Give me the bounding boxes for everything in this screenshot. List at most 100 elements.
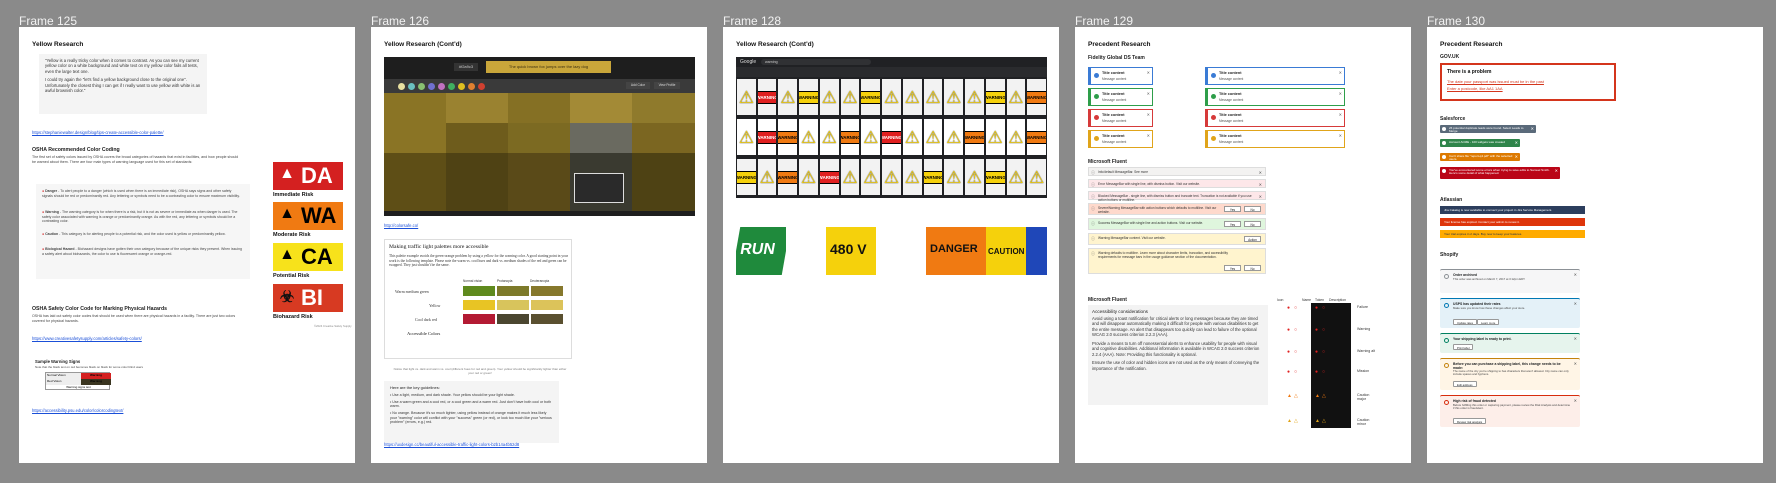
source-link-1[interactable]: https://stephaniewalter.design/blog/tips… xyxy=(32,130,164,135)
warning-thumbnail[interactable]: ⚠ xyxy=(944,79,964,115)
close-icon[interactable]: ✕ xyxy=(1515,140,1518,145)
warning-thumbnail[interactable]: ⚠ xyxy=(902,119,922,155)
close-icon[interactable]: ✕ xyxy=(1574,301,1577,306)
warning-thumbnail[interactable]: WARNING xyxy=(778,159,798,195)
warning-thumbnail[interactable]: WARNING xyxy=(985,159,1005,195)
warning-thumbnail[interactable]: ⚠ xyxy=(985,119,1005,155)
grid-cell[interactable] xyxy=(446,93,508,123)
swatch[interactable] xyxy=(438,83,445,90)
message-action-button[interactable]: No xyxy=(1244,265,1261,271)
swatch[interactable] xyxy=(458,83,465,90)
view-profile-button[interactable]: View Profile xyxy=(654,82,680,89)
close-icon[interactable]: ✕ xyxy=(1339,70,1342,75)
warning-thumbnail[interactable]: WARNING xyxy=(1027,79,1046,115)
warning-thumbnail[interactable]: ⚠ xyxy=(757,159,777,195)
close-icon[interactable]: ✕ xyxy=(1147,133,1150,138)
grid-cell[interactable] xyxy=(570,93,632,123)
error-link[interactable]: The date your passport was issued must b… xyxy=(1447,79,1609,84)
banner-action-button[interactable]: Learn more xyxy=(1477,319,1500,325)
frame-125[interactable]: Yellow Research "Yellow is a really tric… xyxy=(19,27,355,463)
warning-thumbnail[interactable]: ⚠ xyxy=(1027,159,1046,195)
warning-thumbnail[interactable]: ⚠ xyxy=(944,119,964,155)
swatch[interactable] xyxy=(408,83,415,90)
warning-thumbnail[interactable]: ⚠ xyxy=(737,119,756,155)
warning-thumbnail[interactable]: ⚠ xyxy=(737,79,756,115)
close-icon[interactable]: ✕ xyxy=(1259,170,1262,175)
selected-cell[interactable] xyxy=(574,173,624,203)
warning-thumbnail[interactable]: WARNING xyxy=(757,79,777,115)
frame-126[interactable]: Yellow Research (Cont'd) #f2a9c3 The qui… xyxy=(371,27,707,463)
message-action-button[interactable]: Action xyxy=(1244,236,1261,242)
warning-thumbnail[interactable]: ⚠ xyxy=(778,79,798,115)
search-input[interactable]: warning xyxy=(761,59,871,65)
frame-label-125[interactable]: Frame 125 xyxy=(19,14,77,28)
grid-cell[interactable] xyxy=(632,123,695,153)
warning-thumbnail[interactable]: ⚠ xyxy=(944,159,964,195)
grid-cell[interactable] xyxy=(508,93,570,123)
frame-label-128[interactable]: Frame 128 xyxy=(723,14,781,28)
warning-thumbnail[interactable]: ⚠ xyxy=(819,119,839,155)
grid-cell[interactable] xyxy=(384,93,446,153)
source-link-2[interactable]: https://www.creativesafetysupply.com/art… xyxy=(32,336,142,341)
close-icon[interactable]: ✕ xyxy=(1574,361,1577,366)
grid-cell[interactable] xyxy=(508,153,570,211)
close-icon[interactable]: ✕ xyxy=(1259,182,1262,187)
close-icon[interactable]: ✕ xyxy=(1515,154,1518,159)
frame-label-130[interactable]: Frame 130 xyxy=(1427,14,1485,28)
warning-thumbnail[interactable]: WARNING xyxy=(819,159,839,195)
close-icon[interactable]: ✕ xyxy=(1147,70,1150,75)
warning-thumbnail[interactable]: ⚠ xyxy=(882,79,901,115)
warning-thumbnail[interactable]: WARNING xyxy=(840,119,860,155)
message-action-button[interactable]: Yes xyxy=(1224,206,1241,212)
colorsafe-link[interactable]: http://colorsafe.co/ xyxy=(384,223,418,228)
warning-thumbnail[interactable]: WARNING xyxy=(965,119,984,155)
warning-thumbnail[interactable]: WARNING xyxy=(861,79,881,115)
warning-thumbnail[interactable]: WARNING xyxy=(985,79,1005,115)
close-icon[interactable]: ✕ xyxy=(1339,91,1342,96)
frame-label-129[interactable]: Frame 129 xyxy=(1075,14,1133,28)
warning-thumbnail[interactable]: ⚠ xyxy=(923,79,943,115)
warning-thumbnail[interactable]: ⚠ xyxy=(1006,79,1026,115)
warning-thumbnail[interactable]: ⚠ xyxy=(923,119,943,155)
swatch[interactable] xyxy=(418,83,425,90)
hex-field[interactable]: #f2a9c3 xyxy=(454,63,478,71)
close-icon[interactable]: ✕ xyxy=(1259,194,1262,199)
frame-129[interactable]: Precedent Research Fidelity Global DS Te… xyxy=(1075,27,1411,463)
warning-thumbnail[interactable]: ⚠ xyxy=(902,159,922,195)
uxdesign-link[interactable]: https://uxdesign.cc/beautiful-accessible… xyxy=(384,442,519,447)
grid-cell[interactable] xyxy=(446,123,508,153)
warning-thumbnail[interactable]: WARNING xyxy=(799,79,818,115)
close-icon[interactable]: ✕ xyxy=(1574,336,1577,341)
frame-130[interactable]: Precedent Research GOV.UK There is a pro… xyxy=(1427,27,1763,463)
warning-thumbnail[interactable]: ⚠ xyxy=(902,79,922,115)
close-icon[interactable]: ✕ xyxy=(1555,168,1558,173)
add-color-button[interactable]: Add Color xyxy=(626,82,650,89)
grid-cell[interactable] xyxy=(570,123,632,153)
warning-thumbnail[interactable]: ⚠ xyxy=(799,159,818,195)
warning-thumbnail[interactable]: ⚠ xyxy=(965,79,984,115)
warning-thumbnail[interactable]: WARNING xyxy=(737,159,756,195)
source-link-3[interactable]: https://accessibility.psu.edu/color/colo… xyxy=(32,408,123,413)
warning-thumbnail[interactable]: ⚠ xyxy=(1006,119,1026,155)
frame-label-126[interactable]: Frame 126 xyxy=(371,14,429,28)
warning-thumbnail[interactable]: ⚠ xyxy=(1006,159,1026,195)
warning-thumbnail[interactable]: ⚠ xyxy=(819,79,839,115)
warning-thumbnail[interactable]: ⚠ xyxy=(861,159,881,195)
banner-action-button[interactable]: Review risk analysis xyxy=(1453,418,1487,424)
close-icon[interactable]: ✕ xyxy=(1574,398,1577,403)
grid-cell[interactable] xyxy=(632,93,695,123)
banner-action-button[interactable]: Update rates xyxy=(1453,319,1478,325)
warning-thumbnail[interactable]: ⚠ xyxy=(799,119,818,155)
error-link[interactable]: Enter a postcode, like AA1 1AA xyxy=(1447,86,1609,91)
message-action-button[interactable]: Yes xyxy=(1224,221,1241,227)
close-icon[interactable]: ✕ xyxy=(1574,272,1577,277)
warning-thumbnail[interactable]: WARNING xyxy=(778,119,798,155)
swatch[interactable] xyxy=(448,83,455,90)
grid-cell[interactable] xyxy=(508,123,570,153)
swatch[interactable] xyxy=(468,83,475,90)
message-action-button[interactable]: No xyxy=(1244,221,1261,227)
message-action-button[interactable]: No xyxy=(1244,206,1261,212)
frame-128[interactable]: Yellow Research (Cont'd) Google warning … xyxy=(723,27,1059,463)
swatch[interactable] xyxy=(478,83,485,90)
warning-thumbnail[interactable]: ⚠ xyxy=(840,79,860,115)
